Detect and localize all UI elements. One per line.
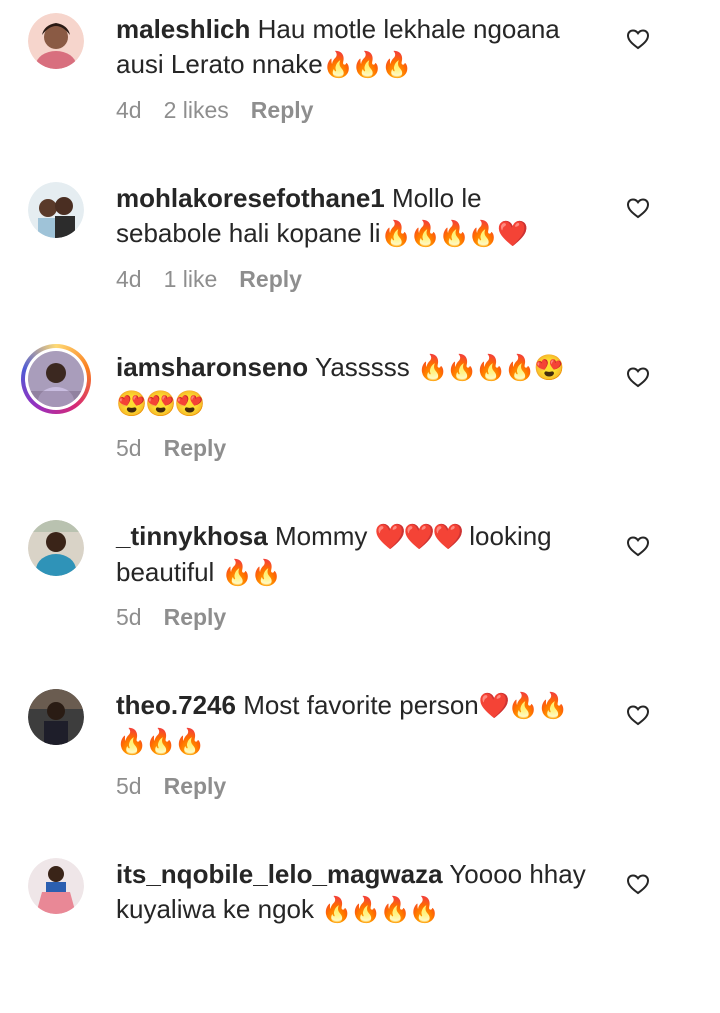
comment-item: its_nqobile_lelo_magwaza Yoooo hhay kuya… bbox=[0, 845, 720, 1013]
heart-outline-icon[interactable] bbox=[626, 197, 650, 219]
reply-button[interactable]: Reply bbox=[164, 435, 227, 462]
avatar[interactable] bbox=[28, 182, 84, 238]
comment-username[interactable]: _tinnykhosa bbox=[116, 521, 268, 551]
comment-meta: 5d Reply bbox=[116, 773, 226, 800]
avatar-story-ring[interactable] bbox=[21, 344, 91, 414]
avatar[interactable] bbox=[28, 13, 84, 69]
comment-username[interactable]: its_nqobile_lelo_magwaza bbox=[116, 859, 443, 889]
comment-text-block: maleshlich Hau motle lekhale ngoana ausi… bbox=[116, 12, 586, 83]
avatar[interactable] bbox=[28, 520, 84, 576]
comment-text-block: iamsharonseno Yasssss 🔥🔥🔥🔥😍😍😍😍 bbox=[116, 350, 586, 422]
comment-text-block: theo.7246 Most favorite person❤️🔥🔥🔥🔥🔥 bbox=[116, 688, 586, 760]
comment-body: Mommy bbox=[274, 521, 368, 551]
comment-item: maleshlich Hau motle lekhale ngoana ausi… bbox=[0, 0, 720, 168]
heart-outline-icon[interactable] bbox=[626, 704, 650, 726]
reply-button[interactable]: Reply bbox=[251, 97, 314, 124]
comment-meta: 5d Reply bbox=[116, 604, 226, 631]
comment-username[interactable]: maleshlich bbox=[116, 14, 250, 44]
comment-time: 4d bbox=[116, 266, 142, 292]
comment-emojis: 🔥🔥🔥🔥❤️ bbox=[380, 220, 529, 248]
comment-time: 5d bbox=[116, 773, 142, 799]
avatar bbox=[25, 348, 87, 410]
comment-time: 4d bbox=[116, 97, 142, 123]
comment-emojis: 🔥🔥🔥 bbox=[322, 51, 412, 79]
reply-button[interactable]: Reply bbox=[164, 604, 227, 631]
comment-item: iamsharonseno Yasssss 🔥🔥🔥🔥😍😍😍😍 5d Reply bbox=[0, 338, 720, 506]
comment-likes[interactable]: 2 likes bbox=[164, 97, 229, 124]
comment-likes[interactable]: 1 like bbox=[164, 266, 218, 293]
comment-time: 5d bbox=[116, 604, 142, 630]
comment-body: Most favorite person bbox=[243, 690, 479, 720]
reply-button[interactable]: Reply bbox=[164, 773, 227, 800]
comment-item: _tinnykhosa Mommy ❤️❤️❤️ looking beautif… bbox=[0, 507, 720, 675]
comment-text-block: its_nqobile_lelo_magwaza Yoooo hhay kuya… bbox=[116, 857, 586, 928]
reply-button[interactable]: Reply bbox=[239, 266, 302, 293]
comment-username[interactable]: theo.7246 bbox=[116, 690, 236, 720]
comment-username[interactable]: iamsharonseno bbox=[116, 352, 308, 382]
comment-body: Yasssss bbox=[314, 352, 410, 382]
comment-emojis: 🔥🔥🔥🔥 bbox=[321, 896, 440, 924]
comment-hearts: ❤️❤️❤️ bbox=[374, 523, 464, 551]
heart-outline-icon[interactable] bbox=[626, 535, 650, 557]
comment-emojis: 🔥🔥 bbox=[221, 559, 282, 587]
comment-meta: 5d Reply bbox=[116, 435, 226, 462]
comment-username[interactable]: mohlakoresefothane1 bbox=[116, 183, 385, 213]
comment-time: 5d bbox=[116, 435, 142, 461]
heart-outline-icon[interactable] bbox=[626, 366, 650, 388]
heart-outline-icon[interactable] bbox=[626, 28, 650, 50]
heart-outline-icon[interactable] bbox=[626, 873, 650, 895]
avatar[interactable] bbox=[28, 858, 84, 914]
comment-meta: 4d 2 likes Reply bbox=[116, 97, 313, 124]
comment-text-block: mohlakoresefothane1 Mollo le sebabole ha… bbox=[116, 181, 586, 252]
comment-text-block: _tinnykhosa Mommy ❤️❤️❤️ looking beautif… bbox=[116, 519, 586, 591]
comment-item: theo.7246 Most favorite person❤️🔥🔥🔥🔥🔥 5d… bbox=[0, 676, 720, 844]
comment-meta: 4d 1 like Reply bbox=[116, 266, 302, 293]
avatar[interactable] bbox=[28, 689, 84, 745]
comment-item: mohlakoresefothane1 Mollo le sebabole ha… bbox=[0, 169, 720, 337]
